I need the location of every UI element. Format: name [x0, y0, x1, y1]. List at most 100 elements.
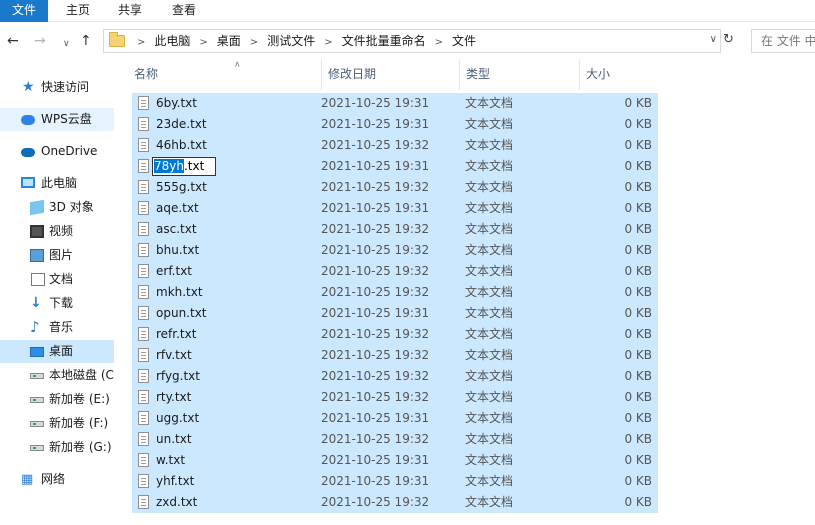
file-row[interactable]: yhf.txt 2021-10-25 19:31 文本文档 0 KB — [132, 471, 658, 492]
sidebar-item-onedrive[interactable]: OneDrive — [0, 140, 114, 163]
file-type: 文本文档 — [465, 411, 514, 425]
file-size: 0 KB — [624, 327, 652, 341]
sidebar-item-pictures[interactable]: 图片 — [0, 244, 114, 267]
file-row[interactable]: 555g.txt 2021-10-25 19:32 文本文档 0 KB — [132, 177, 658, 198]
sidebar-item-quick-access[interactable]: ★ 快速访问 — [0, 76, 114, 99]
column-header-type[interactable]: 类型 — [459, 60, 578, 90]
sidebar-item-documents[interactable]: 文档 — [0, 268, 114, 291]
column-header-name[interactable]: ∧ 名称 — [134, 60, 315, 90]
file-size: 0 KB — [624, 453, 652, 467]
file-row[interactable]: rty.txt 2021-10-25 19:32 文本文档 0 KB — [132, 387, 658, 408]
tab-share[interactable]: 共享 — [110, 0, 150, 22]
column-header-date[interactable]: 修改日期 — [321, 60, 458, 90]
sidebar-item-label: 新加卷 (G:) — [49, 440, 112, 454]
up-arrow-icon[interactable]: ↑ — [80, 33, 92, 49]
file-modified-date: 2021-10-25 19:31 — [321, 117, 430, 131]
breadcrumb-item[interactable]: 此电脑 — [154, 34, 190, 48]
music-icon: ♪ — [30, 318, 40, 336]
file-size: 0 KB — [624, 96, 652, 110]
file-modified-date: 2021-10-25 19:32 — [321, 180, 430, 194]
file-row[interactable]: bhu.txt 2021-10-25 19:32 文本文档 0 KB — [132, 240, 658, 261]
file-size: 0 KB — [624, 222, 652, 236]
file-row[interactable]: rfyg.txt 2021-10-25 19:32 文本文档 0 KB — [132, 366, 658, 387]
file-name: 23de.txt — [156, 117, 207, 131]
file-row[interactable]: opun.txt 2021-10-25 19:31 文本文档 0 KB — [132, 303, 658, 324]
file-row[interactable]: refr.txt 2021-10-25 19:32 文本文档 0 KB — [132, 324, 658, 345]
file-row[interactable]: 23de.txt 2021-10-25 19:31 文本文档 0 KB — [132, 114, 658, 135]
file-modified-date: 2021-10-25 19:32 — [321, 369, 430, 383]
breadcrumb-item[interactable]: 文件批量重命名 — [342, 34, 426, 48]
sidebar-item-this-pc[interactable]: 此电脑 — [0, 172, 114, 195]
file-row[interactable]: rfv.txt 2021-10-25 19:32 文本文档 0 KB — [132, 345, 658, 366]
cube-icon — [30, 199, 44, 216]
breadcrumb-separator-icon[interactable]: > — [199, 37, 207, 48]
sidebar-item-3d-objects[interactable]: 3D 对象 — [0, 196, 114, 219]
file-modified-date: 2021-10-25 19:31 — [321, 159, 430, 173]
breadcrumb-item[interactable]: 桌面 — [217, 34, 241, 48]
sidebar-item-drive-g[interactable]: 新加卷 (G:) — [0, 436, 114, 459]
file-name: yhf.txt — [156, 474, 195, 488]
file-type: 文本文档 — [465, 453, 514, 467]
file-name: rty.txt — [156, 390, 192, 404]
sidebar-item-videos[interactable]: 视频 — [0, 220, 114, 243]
forward-arrow-icon[interactable]: → — [34, 33, 46, 49]
file-name: erf.txt — [156, 264, 192, 278]
file-type: 文本文档 — [465, 243, 514, 257]
breadcrumb-item[interactable]: 测试文件 — [267, 34, 315, 48]
tab-file[interactable]: 文件 — [0, 0, 48, 22]
text-file-icon — [138, 369, 149, 383]
sidebar-item-label: 此电脑 — [41, 176, 78, 190]
file-row[interactable]: ugg.txt 2021-10-25 19:31 文本文档 0 KB — [132, 408, 658, 429]
file-size: 0 KB — [624, 495, 652, 509]
sidebar-item-label: 快速访问 — [41, 80, 90, 94]
file-size: 0 KB — [624, 474, 652, 488]
sidebar-item-network[interactable]: ▦ 网络 — [0, 468, 114, 491]
file-row[interactable]: 78yh.txt 2021-10-25 19:31 文本文档 0 KB — [132, 156, 658, 177]
file-row[interactable]: un.txt 2021-10-25 19:32 文本文档 0 KB — [132, 429, 658, 450]
drive-icon — [30, 421, 44, 427]
rename-input[interactable]: 78yh.txt — [152, 157, 216, 176]
sidebar-item-label: 本地磁盘 (C — [49, 368, 114, 382]
sidebar-item-drive-e[interactable]: 新加卷 (E:) — [0, 388, 114, 411]
file-modified-date: 2021-10-25 19:31 — [321, 453, 430, 467]
sidebar-item-label: 网络 — [41, 472, 66, 486]
recent-locations-chevron-icon[interactable]: ∨ — [63, 36, 70, 52]
address-dropdown-chevron-icon[interactable]: ∨ — [710, 34, 717, 45]
file-row[interactable]: 6by.txt 2021-10-25 19:31 文本文档 0 KB — [132, 93, 658, 114]
navigation-pane: ★ 快速访问 WPS云盘 OneDrive 此电脑 3D 对象 视频 图片 文档… — [0, 60, 114, 525]
sidebar-item-desktop[interactable]: 桌面 — [0, 340, 114, 363]
file-type: 文本文档 — [465, 138, 514, 152]
file-row[interactable]: 46hb.txt 2021-10-25 19:32 文本文档 0 KB — [132, 135, 658, 156]
file-size: 0 KB — [624, 390, 652, 404]
file-size: 0 KB — [624, 243, 652, 257]
tab-home[interactable]: 主页 — [58, 0, 98, 22]
sidebar-item-label: 音乐 — [49, 320, 74, 334]
file-row[interactable]: zxd.txt 2021-10-25 19:32 文本文档 0 KB — [132, 492, 658, 513]
file-row[interactable]: erf.txt 2021-10-25 19:32 文本文档 0 KB — [132, 261, 658, 282]
sidebar-item-wps-cloud[interactable]: WPS云盘 — [0, 108, 114, 131]
sidebar-item-drive-c[interactable]: 本地磁盘 (C — [0, 364, 114, 387]
tab-view[interactable]: 查看 — [164, 0, 204, 22]
sidebar-item-downloads[interactable]: ↓ 下载 — [0, 292, 114, 315]
file-row[interactable]: aqe.txt 2021-10-25 19:31 文本文档 0 KB — [132, 198, 658, 219]
file-row[interactable]: mkh.txt 2021-10-25 19:32 文本文档 0 KB — [132, 282, 658, 303]
file-row[interactable]: w.txt 2021-10-25 19:31 文本文档 0 KB — [132, 450, 658, 471]
breadcrumb-item[interactable]: 文件 — [452, 34, 476, 48]
file-type: 文本文档 — [465, 474, 514, 488]
file-size: 0 KB — [624, 411, 652, 425]
sidebar-item-drive-f[interactable]: 新加卷 (F:) — [0, 412, 114, 435]
back-arrow-icon[interactable]: ← — [7, 33, 19, 49]
file-row[interactable]: asc.txt 2021-10-25 19:32 文本文档 0 KB — [132, 219, 658, 240]
breadcrumb-separator-icon[interactable]: > — [435, 37, 443, 48]
file-modified-date: 2021-10-25 19:31 — [321, 96, 430, 110]
address-bar[interactable]: > 此电脑 > 桌面 > 测试文件 > 文件批量重命名 > 文件 ∨ — [103, 29, 721, 53]
refresh-icon[interactable]: ↻ — [723, 32, 734, 47]
column-header-size[interactable]: 大小 — [579, 60, 658, 90]
sidebar-item-label: 桌面 — [49, 344, 74, 358]
file-name: 46hb.txt — [156, 138, 207, 152]
breadcrumb-separator-icon[interactable]: > — [324, 37, 332, 48]
file-size: 0 KB — [624, 117, 652, 131]
sidebar-item-music[interactable]: ♪ 音乐 — [0, 316, 114, 339]
breadcrumb-separator-icon[interactable]: > — [250, 37, 258, 48]
search-input[interactable]: 在 文件 中 — [751, 29, 815, 53]
